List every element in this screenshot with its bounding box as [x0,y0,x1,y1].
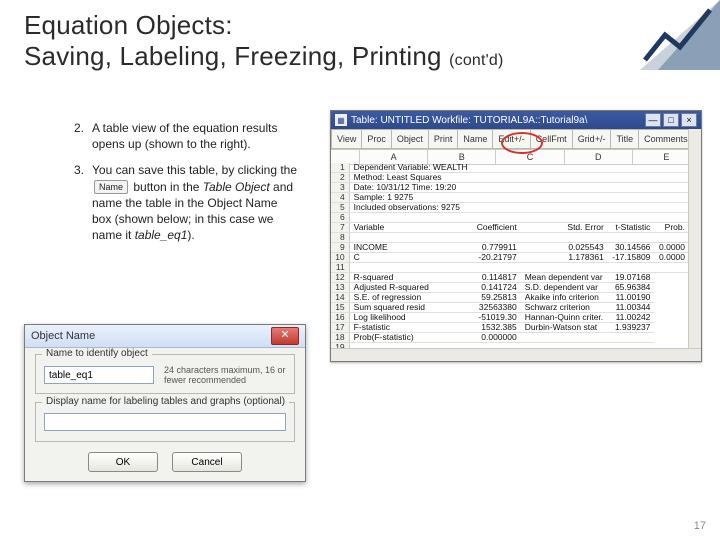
horizontal-scrollbar[interactable] [331,348,701,361]
table-row[interactable]: 18Prob(F-statistic)0.000000 [331,333,689,343]
object-name-input[interactable] [44,366,154,384]
col-d[interactable]: D [565,150,633,164]
table-row[interactable]: 2Method: Least Squares [331,173,689,183]
table-row[interactable]: 4Sample: 1 9275 [331,193,689,203]
table-row[interactable]: 8 [331,233,689,243]
toolbar-name-button[interactable]: Name [457,129,492,149]
cancel-button[interactable]: Cancel [172,452,242,472]
vertical-scrollbar[interactable] [688,129,701,349]
title-line-1: Equation Objects: [24,10,233,40]
title-contd: (cont'd) [449,52,503,69]
toolbar-print-button[interactable]: Print [428,129,458,149]
slide-logo [630,0,720,70]
table-row[interactable]: 3Date: 10/31/12 Time: 19:20 [331,183,689,193]
minimize-button[interactable]: — [645,113,661,127]
table-window: ▦ Table: UNTITLED Workfile: TUTORIAL9A::… [330,110,702,362]
table-row[interactable]: 12R-squared0.114817Mean dependent var19.… [331,273,689,283]
table-icon: ▦ [335,114,347,126]
col-c[interactable]: C [496,150,564,164]
toolbar-grid-button[interactable]: Grid+/- [572,129,611,149]
inline-name-button: Name [94,180,128,194]
title-line-2: Saving, Labeling, Freezing, Printing [24,41,442,71]
table-row[interactable]: 5Included observations: 9275 [331,203,689,213]
ok-button[interactable]: OK [88,452,158,472]
dialog-title: Object Name [31,330,95,342]
name-hint: 24 characters maximum, 16 or fewer recom… [164,365,286,385]
table-row[interactable]: 14S.E. of regression59.25813Akaike info … [331,293,689,303]
maximize-button[interactable]: □ [663,113,679,127]
display-name-legend: Display name for labeling tables and gra… [42,396,289,407]
col-a[interactable]: A [360,150,428,164]
display-name-input[interactable] [44,413,286,431]
table-window-titlebar[interactable]: ▦ Table: UNTITLED Workfile: TUTORIAL9A::… [331,111,701,129]
list-text: A table view of the equation results ope… [92,120,300,152]
table-row[interactable]: 7VariableCoefficientStd. Errort-Statisti… [331,223,689,233]
dialog-titlebar[interactable]: Object Name ✕ [25,325,305,348]
name-fieldset: Name to identify object 24 characters ma… [35,354,295,394]
table-row[interactable]: 13Adjusted R-squared0.141724S.D. depende… [331,283,689,293]
list-text: You can save this table, by clicking the… [92,162,300,243]
table-window-title: Table: UNTITLED Workfile: TUTORIAL9A::Tu… [351,115,587,126]
list-number: 3. [60,162,92,243]
toolbar-cellfmt-button[interactable]: CellFmt [530,129,572,149]
toolbar-object-button[interactable]: Object [391,129,428,149]
table-row[interactable]: 9INCOME0.7799110.02554330.145660.0000 [331,243,689,253]
table-row[interactable]: 17F-statistic1532.385Durbin-Watson stat1… [331,323,689,333]
list-item: 2. A table view of the equation results … [60,120,300,152]
toolbar-view-button[interactable]: View [331,129,361,149]
list-item: 3. You can save this table, by clicking … [60,162,300,243]
toolbar-proc-button[interactable]: Proc [361,129,391,149]
page-number: 17 [694,520,706,532]
table-row[interactable]: 11 [331,263,689,273]
table-row[interactable]: 15Sum squared resid32563380Schwarz crite… [331,303,689,313]
toolbar-edit-button[interactable]: Edit+/- [492,129,529,149]
dialog-close-button[interactable]: ✕ [271,327,299,345]
slide-title: Equation Objects: Saving, Labeling, Free… [24,10,504,72]
table-grid[interactable]: 1Dependent Variable: WEALTH2Method: Leas… [331,163,689,349]
object-name-dialog: Object Name ✕ Name to identify object 24… [24,324,306,482]
list-number: 2. [60,120,92,152]
table-row[interactable]: 6 [331,213,689,223]
table-row[interactable]: 10C-20.217971.178361-17.158090.0000 [331,253,689,263]
close-button[interactable]: × [681,113,697,127]
body-list: 2. A table view of the equation results … [60,120,300,253]
display-name-fieldset: Display name for labeling tables and gra… [35,402,295,442]
toolbar-title-button[interactable]: Title [610,129,638,149]
name-legend: Name to identify object [42,348,152,359]
table-toolbar: View Proc Object Print Name Edit+/- Cell… [331,129,701,150]
col-b[interactable]: B [428,150,496,164]
table-row[interactable]: 16Log likelihood-51019.30Hannan-Quinn cr… [331,313,689,323]
